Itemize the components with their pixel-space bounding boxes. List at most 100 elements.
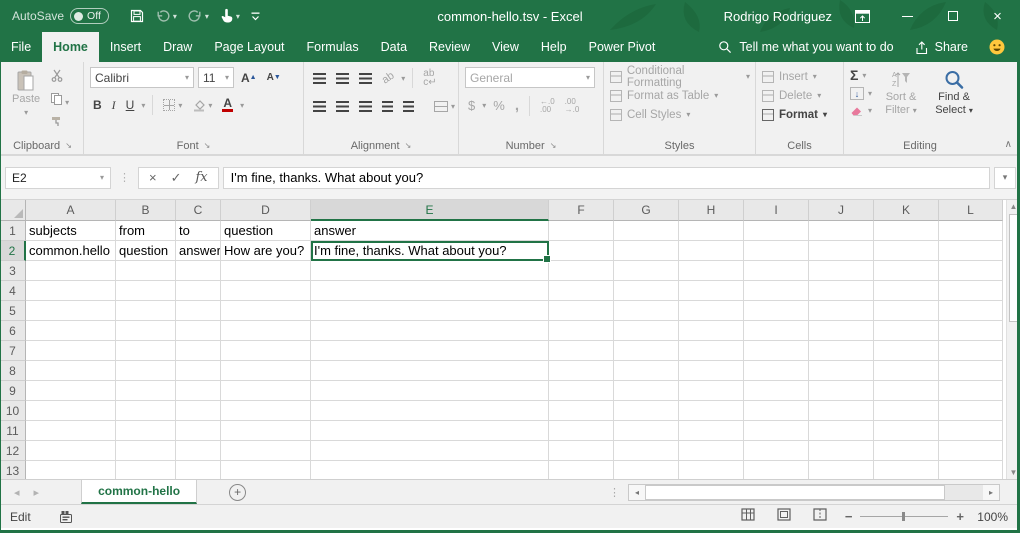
col-header-A[interactable]: A xyxy=(26,200,116,221)
tab-page-layout[interactable]: Page Layout xyxy=(203,32,295,62)
cell-H8[interactable] xyxy=(679,361,744,381)
conditional-formatting-button[interactable]: Conditional Formatting▾ xyxy=(610,67,750,86)
horizontal-scroll-track[interactable] xyxy=(945,485,983,500)
row-header-10[interactable]: 10 xyxy=(0,401,26,421)
cell-C7[interactable] xyxy=(176,341,221,361)
orientation-caret[interactable]: ▾ xyxy=(401,74,405,83)
col-header-F[interactable]: F xyxy=(549,200,614,221)
cell-L5[interactable] xyxy=(939,301,1003,321)
comma-button[interactable]: , xyxy=(512,95,522,116)
collapse-ribbon-button[interactable]: ∧ xyxy=(1005,139,1012,150)
row-header-8[interactable]: 8 xyxy=(0,361,26,381)
cell-H1[interactable] xyxy=(679,221,744,241)
redo-button[interactable]: ▾ xyxy=(183,5,213,27)
wrap-text-button[interactable]: abc↵ xyxy=(420,67,439,89)
cut-button[interactable] xyxy=(50,69,69,87)
cell-A3[interactable] xyxy=(26,261,116,281)
zoom-out-button[interactable]: − xyxy=(845,509,853,524)
top-align-button[interactable] xyxy=(310,71,329,86)
col-header-J[interactable]: J xyxy=(809,200,874,221)
tab-power-pivot[interactable]: Power Pivot xyxy=(578,32,667,62)
paste-button[interactable]: Paste ▾ xyxy=(8,67,44,137)
cell-I3[interactable] xyxy=(744,261,809,281)
find-select-button[interactable]: Find & Select ▾ xyxy=(930,67,978,137)
cell-C11[interactable] xyxy=(176,421,221,441)
cell-B7[interactable] xyxy=(116,341,176,361)
horizontal-scroll-thumb[interactable] xyxy=(645,485,945,500)
zoom-slider-thumb[interactable] xyxy=(902,512,905,521)
cell-K7[interactable] xyxy=(874,341,939,361)
cell-D12[interactable] xyxy=(221,441,311,461)
cell-F10[interactable] xyxy=(549,401,614,421)
cell-A9[interactable] xyxy=(26,381,116,401)
cell-G12[interactable] xyxy=(614,441,679,461)
cell-J12[interactable] xyxy=(809,441,874,461)
cell-A2[interactable]: common.hello xyxy=(26,241,116,261)
col-header-C[interactable]: C xyxy=(176,200,221,221)
cell-H5[interactable] xyxy=(679,301,744,321)
cell-K1[interactable] xyxy=(874,221,939,241)
cell-H11[interactable] xyxy=(679,421,744,441)
cell-G6[interactable] xyxy=(614,321,679,341)
fill-color-button[interactable]: ▾ xyxy=(189,97,215,114)
cell-I13[interactable] xyxy=(744,461,809,479)
share-button[interactable]: Share xyxy=(914,40,968,55)
align-center-button[interactable] xyxy=(333,99,352,114)
cell-D9[interactable] xyxy=(221,381,311,401)
cell-F11[interactable] xyxy=(549,421,614,441)
cell-C2[interactable]: answer xyxy=(176,241,221,261)
clipboard-dialog-launcher[interactable]: ↘ xyxy=(65,141,72,150)
cell-I4[interactable] xyxy=(744,281,809,301)
cell-K8[interactable] xyxy=(874,361,939,381)
undo-dropdown-caret[interactable]: ▾ xyxy=(173,12,177,21)
col-header-I[interactable]: I xyxy=(744,200,809,221)
minimize-button[interactable] xyxy=(885,0,930,32)
bold-button[interactable]: B xyxy=(90,96,105,114)
cell-K6[interactable] xyxy=(874,321,939,341)
cell-F6[interactable] xyxy=(549,321,614,341)
cell-E6[interactable] xyxy=(311,321,549,341)
page-layout-view-button[interactable] xyxy=(777,508,791,526)
tab-formulas[interactable]: Formulas xyxy=(296,32,370,62)
cell-H3[interactable] xyxy=(679,261,744,281)
save-button[interactable] xyxy=(125,5,149,27)
cell-K9[interactable] xyxy=(874,381,939,401)
cell-I7[interactable] xyxy=(744,341,809,361)
page-break-preview-button[interactable] xyxy=(813,508,827,526)
cell-H4[interactable] xyxy=(679,281,744,301)
zoom-level[interactable]: 100% xyxy=(972,510,1008,524)
cell-J9[interactable] xyxy=(809,381,874,401)
tab-help[interactable]: Help xyxy=(530,32,578,62)
cell-K12[interactable] xyxy=(874,441,939,461)
col-header-B[interactable]: B xyxy=(116,200,176,221)
ribbon-display-options-button[interactable] xyxy=(854,9,871,24)
autosave-toggle[interactable]: AutoSave Off xyxy=(12,8,109,24)
cell-E4[interactable] xyxy=(311,281,549,301)
name-box[interactable]: E2 ▾ xyxy=(5,167,111,189)
formula-bar-divider[interactable]: ⋮ xyxy=(115,171,134,184)
cell-B10[interactable] xyxy=(116,401,176,421)
cell-A4[interactable] xyxy=(26,281,116,301)
insert-cells-button[interactable]: Insert▾ xyxy=(762,67,838,86)
cell-C5[interactable] xyxy=(176,301,221,321)
cell-E10[interactable] xyxy=(311,401,549,421)
cell-E13[interactable] xyxy=(311,461,549,479)
cell-E12[interactable] xyxy=(311,441,549,461)
cell-L6[interactable] xyxy=(939,321,1003,341)
font-color-caret[interactable]: ▾ xyxy=(240,101,244,110)
cell-F1[interactable] xyxy=(549,221,614,241)
user-name[interactable]: Rodrigo Rodriguez xyxy=(724,9,832,24)
cell-C13[interactable] xyxy=(176,461,221,479)
cell-A13[interactable] xyxy=(26,461,116,479)
cell-A7[interactable] xyxy=(26,341,116,361)
cell-L1[interactable] xyxy=(939,221,1003,241)
zoom-in-button[interactable]: + xyxy=(956,509,964,524)
cell-C4[interactable] xyxy=(176,281,221,301)
cell-C1[interactable]: to xyxy=(176,221,221,241)
cell-B1[interactable]: from xyxy=(116,221,176,241)
cell-K4[interactable] xyxy=(874,281,939,301)
cell-A1[interactable]: subjects xyxy=(26,221,116,241)
cell-L9[interactable] xyxy=(939,381,1003,401)
cell-F5[interactable] xyxy=(549,301,614,321)
cell-I9[interactable] xyxy=(744,381,809,401)
